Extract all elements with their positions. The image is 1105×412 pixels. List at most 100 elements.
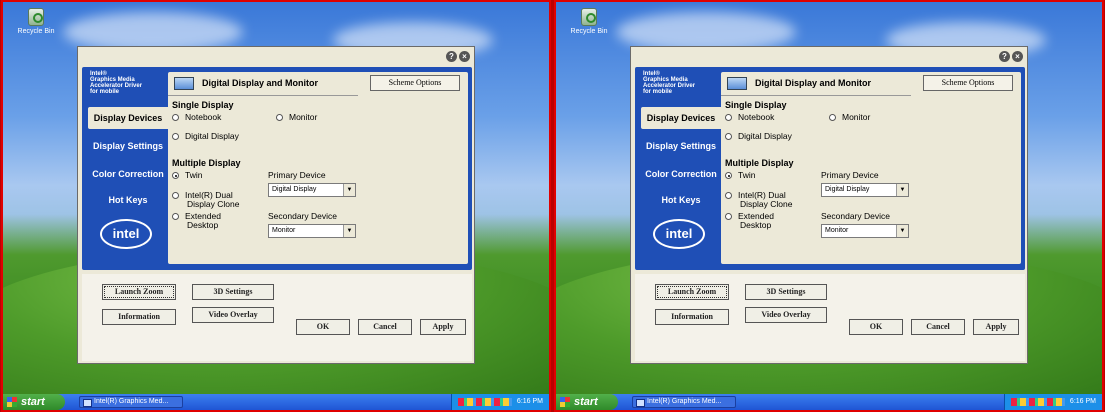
windows-flag-icon bbox=[560, 397, 570, 407]
video-overlay-button[interactable]: Video Overlay bbox=[745, 307, 827, 323]
ok-button[interactable]: OK bbox=[296, 319, 350, 335]
recycle-bin[interactable]: Recycle Bin bbox=[11, 8, 61, 35]
tray-icons[interactable] bbox=[1011, 398, 1065, 406]
radio-notebook[interactable]: Notebook bbox=[725, 113, 774, 122]
primary-device-label: Primary Device bbox=[821, 170, 879, 180]
radio-dot bbox=[172, 213, 179, 220]
nav-display-devices[interactable]: Display Devices bbox=[641, 107, 721, 129]
content-area: Digital Display and Monitor Scheme Optio… bbox=[168, 72, 468, 264]
nav-display-settings[interactable]: Display Settings bbox=[641, 135, 721, 157]
information-button[interactable]: Information bbox=[102, 309, 176, 325]
apply-button[interactable]: Apply bbox=[973, 319, 1019, 335]
nav-hot-keys[interactable]: Hot Keys bbox=[641, 189, 721, 211]
nav-display-settings[interactable]: Display Settings bbox=[88, 135, 168, 157]
recycle-bin-icon bbox=[581, 8, 597, 26]
radio-twin[interactable]: Twin bbox=[172, 171, 202, 180]
cancel-button[interactable]: Cancel bbox=[911, 319, 965, 335]
scheme-options-button[interactable]: Scheme Options bbox=[923, 75, 1013, 91]
radio-digital-display[interactable]: Digital Display bbox=[172, 132, 239, 141]
radio-dot bbox=[172, 192, 179, 199]
radio-dual-display-clone[interactable]: Intel(R) Dual Display Clone bbox=[725, 191, 792, 209]
monitor-icon bbox=[727, 77, 747, 90]
recycle-bin[interactable]: Recycle Bin bbox=[564, 8, 614, 35]
taskbar-window-button[interactable]: Intel(R) Graphics Med... bbox=[632, 396, 736, 408]
radio-notebook[interactable]: Notebook bbox=[172, 113, 221, 122]
multiple-display-label: Multiple Display bbox=[172, 158, 241, 168]
intel-logo: intel bbox=[100, 219, 152, 249]
primary-device-select[interactable]: Digital Display ▼ bbox=[268, 183, 356, 197]
nav-hot-keys[interactable]: Hot Keys bbox=[88, 189, 168, 211]
taskbar-window-button[interactable]: Intel(R) Graphics Med... bbox=[79, 396, 183, 408]
video-overlay-button[interactable]: Video Overlay bbox=[192, 307, 274, 323]
single-display-label: Single Display bbox=[725, 100, 787, 110]
radio-extended-desktop[interactable]: Extended Desktop bbox=[725, 212, 774, 230]
apply-button[interactable]: Apply bbox=[420, 319, 466, 335]
clock: 6:16 PM bbox=[516, 398, 543, 405]
page-title: Digital Display and Monitor bbox=[755, 78, 872, 88]
scheme-options-button[interactable]: Scheme Options bbox=[370, 75, 460, 91]
radio-twin[interactable]: Twin bbox=[725, 171, 755, 180]
desktop-screen-right: Recycle Bin ? × Intel® Graphics Media Ac… bbox=[554, 0, 1104, 412]
dropdown-arrow-icon[interactable]: ▼ bbox=[896, 225, 908, 237]
windows-flag-icon bbox=[7, 397, 17, 407]
bottom-button-area: Launch Zoom 3D Settings Information Vide… bbox=[82, 274, 472, 361]
secondary-device-label: Secondary Device bbox=[821, 211, 890, 221]
radio-dot-selected bbox=[172, 172, 179, 179]
nav-display-devices[interactable]: Display Devices bbox=[88, 107, 168, 129]
close-icon[interactable]: × bbox=[1012, 51, 1023, 62]
desktop-screen-left: Recycle Bin ? × Intel® Graphics Media Ac… bbox=[1, 0, 551, 412]
ok-button[interactable]: OK bbox=[849, 319, 903, 335]
monitor-icon bbox=[174, 77, 194, 90]
3d-settings-button[interactable]: 3D Settings bbox=[192, 284, 274, 300]
radio-dot bbox=[172, 114, 179, 121]
system-tray: 6:16 PM bbox=[1004, 394, 1102, 410]
recycle-bin-label: Recycle Bin bbox=[570, 28, 608, 35]
secondary-device-label: Secondary Device bbox=[268, 211, 337, 221]
radio-extended-desktop[interactable]: Extended Desktop bbox=[172, 212, 221, 230]
radio-dot bbox=[725, 114, 732, 121]
radio-digital-display[interactable]: Digital Display bbox=[725, 132, 792, 141]
close-icon[interactable]: × bbox=[459, 51, 470, 62]
main-panel: Intel® Graphics Media Accelerator Driver… bbox=[635, 67, 1025, 270]
secondary-device-select[interactable]: Monitor ▼ bbox=[268, 224, 356, 238]
cancel-button[interactable]: Cancel bbox=[358, 319, 412, 335]
dropdown-arrow-icon[interactable]: ▼ bbox=[896, 184, 908, 196]
secondary-device-select[interactable]: Monitor ▼ bbox=[821, 224, 909, 238]
taskbar: start Intel(R) Graphics Med... 6:16 PM bbox=[556, 394, 1102, 410]
start-button[interactable]: start bbox=[556, 394, 618, 410]
radio-dot bbox=[276, 114, 283, 121]
page-title: Digital Display and Monitor bbox=[202, 78, 319, 88]
multiple-display-label: Multiple Display bbox=[725, 158, 794, 168]
dropdown-arrow-icon[interactable]: ▼ bbox=[343, 225, 355, 237]
launch-zoom-button[interactable]: Launch Zoom bbox=[102, 284, 176, 300]
radio-dot bbox=[725, 213, 732, 220]
sidebar: Intel® Graphics Media Accelerator Driver… bbox=[635, 67, 721, 270]
taskbar: start Intel(R) Graphics Med... 6:16 PM bbox=[3, 394, 549, 410]
launch-zoom-button[interactable]: Launch Zoom bbox=[655, 284, 729, 300]
help-icon[interactable]: ? bbox=[446, 51, 457, 62]
radio-dot bbox=[172, 133, 179, 140]
primary-device-select[interactable]: Digital Display ▼ bbox=[821, 183, 909, 197]
radio-dot bbox=[829, 114, 836, 121]
information-button[interactable]: Information bbox=[655, 309, 729, 325]
radio-monitor[interactable]: Monitor bbox=[276, 113, 317, 122]
title-bar: ? × bbox=[78, 47, 474, 67]
radio-monitor[interactable]: Monitor bbox=[829, 113, 870, 122]
bottom-button-area: Launch Zoom 3D Settings Information Vide… bbox=[635, 274, 1025, 361]
primary-device-label: Primary Device bbox=[268, 170, 326, 180]
content-area: Digital Display and Monitor Scheme Optio… bbox=[721, 72, 1021, 264]
tray-icons[interactable] bbox=[458, 398, 512, 406]
nav-color-correction[interactable]: Color Correction bbox=[88, 163, 168, 185]
content-header: Digital Display and Monitor bbox=[168, 72, 358, 96]
radio-dual-display-clone[interactable]: Intel(R) Dual Display Clone bbox=[172, 191, 239, 209]
brand-text: Intel® Graphics Media Accelerator Driver… bbox=[643, 71, 696, 95]
radio-dot bbox=[725, 133, 732, 140]
radio-dot-selected bbox=[725, 172, 732, 179]
help-icon[interactable]: ? bbox=[999, 51, 1010, 62]
start-button[interactable]: start bbox=[3, 394, 65, 410]
title-bar: ? × bbox=[631, 47, 1027, 67]
nav-color-correction[interactable]: Color Correction bbox=[641, 163, 721, 185]
3d-settings-button[interactable]: 3D Settings bbox=[745, 284, 827, 300]
dropdown-arrow-icon[interactable]: ▼ bbox=[343, 184, 355, 196]
single-display-label: Single Display bbox=[172, 100, 234, 110]
